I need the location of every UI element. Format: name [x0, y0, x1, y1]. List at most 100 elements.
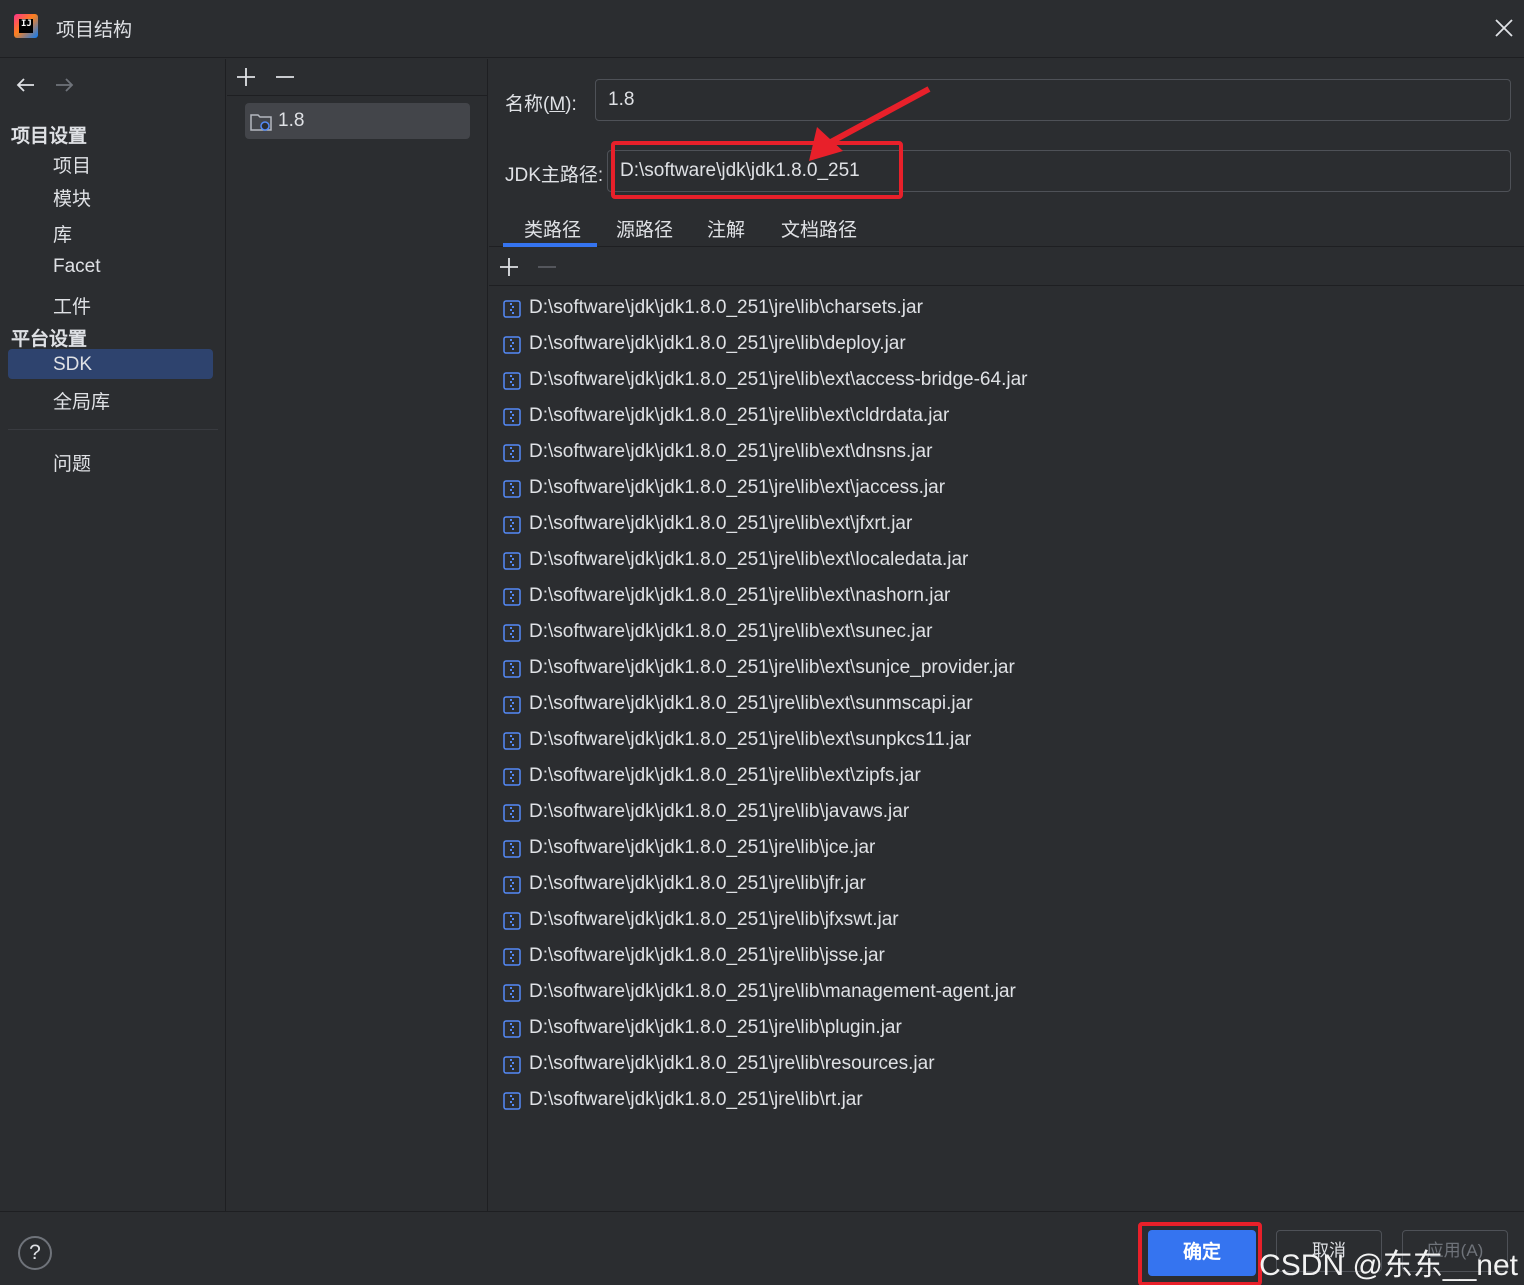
jar-archive-icon — [503, 1056, 521, 1074]
classpath-row[interactable]: D:\software\jdk\jdk1.8.0_251\jre\lib\ext… — [501, 655, 1501, 687]
nav-item-facets[interactable]: Facet — [53, 256, 101, 278]
classpath-path: D:\software\jdk\jdk1.8.0_251\jre\lib\jce… — [529, 837, 876, 858]
nav-item-selected-highlight — [8, 349, 213, 379]
name-input[interactable] — [595, 79, 1511, 121]
classpath-path: D:\software\jdk\jdk1.8.0_251\jre\lib\ext… — [529, 477, 946, 498]
classpath-row[interactable]: D:\software\jdk\jdk1.8.0_251\jre\lib\cha… — [501, 295, 1501, 327]
classpath-path: D:\software\jdk\jdk1.8.0_251\jre\lib\jfx… — [529, 909, 899, 930]
classpath-row[interactable]: D:\software\jdk\jdk1.8.0_251\jre\lib\jfx… — [501, 907, 1501, 939]
classpath-path: D:\software\jdk\jdk1.8.0_251\jre\lib\plu… — [529, 1017, 902, 1038]
classpath-path: D:\software\jdk\jdk1.8.0_251\jre\lib\ext… — [529, 513, 913, 534]
classpath-row[interactable]: D:\software\jdk\jdk1.8.0_251\jre\lib\ext… — [501, 691, 1501, 723]
title-bar: IJ 项目结构 — [0, 0, 1524, 58]
minus-icon[interactable] — [536, 256, 558, 278]
jar-archive-icon — [503, 984, 521, 1002]
jar-archive-icon — [503, 732, 521, 750]
sdk-list-panel: 1.8 — [227, 59, 488, 1211]
nav-item-project[interactable]: 项目 — [53, 151, 91, 178]
classpath-path: D:\software\jdk\jdk1.8.0_251\jre\lib\ext… — [529, 441, 933, 462]
jar-archive-icon — [503, 804, 521, 822]
classpath-path: D:\software\jdk\jdk1.8.0_251\jre\lib\ext… — [529, 549, 969, 570]
minus-icon[interactable] — [274, 66, 296, 88]
project-settings-header: 项目设置 — [11, 126, 88, 147]
platform-settings-header: 平台设置 — [11, 329, 88, 350]
classpath-row[interactable]: D:\software\jdk\jdk1.8.0_251\jre\lib\jav… — [501, 799, 1501, 831]
ok-button[interactable]: 确定 — [1148, 1230, 1256, 1276]
jar-archive-icon — [503, 912, 521, 930]
classpath-path: D:\software\jdk\jdk1.8.0_251\jre\lib\ext… — [529, 369, 1028, 390]
jar-archive-icon — [503, 768, 521, 786]
classpath-row[interactable]: D:\software\jdk\jdk1.8.0_251\jre\lib\res… — [501, 1051, 1501, 1083]
nav-item-libraries[interactable]: 库 — [53, 220, 72, 247]
classpath-row[interactable]: D:\software\jdk\jdk1.8.0_251\jre\lib\ext… — [501, 475, 1501, 507]
jar-archive-icon — [503, 624, 521, 642]
classpath-path: D:\software\jdk\jdk1.8.0_251\jre\lib\ext… — [529, 657, 1015, 678]
classpath-path: D:\software\jdk\jdk1.8.0_251\jre\lib\ext… — [529, 405, 950, 426]
intellij-logo-icon: IJ — [14, 14, 38, 38]
classpath-row[interactable]: D:\software\jdk\jdk1.8.0_251\jre\lib\jfr… — [501, 871, 1501, 903]
tab-classpath[interactable]: 类路径 — [524, 215, 581, 242]
cancel-button[interactable]: 取消 — [1276, 1230, 1382, 1272]
nav-item-global-libraries[interactable]: 全局库 — [53, 387, 110, 414]
jar-archive-icon — [503, 696, 521, 714]
apply-button[interactable]: 应用(A) — [1402, 1230, 1508, 1272]
classpath-path: D:\software\jdk\jdk1.8.0_251\jre\lib\ext… — [529, 729, 972, 750]
classpath-toolbar — [489, 248, 1524, 286]
classpath-row[interactable]: D:\software\jdk\jdk1.8.0_251\jre\lib\ext… — [501, 367, 1501, 399]
name-label-prefix: 名称( — [505, 94, 550, 115]
classpath-path: D:\software\jdk\jdk1.8.0_251\jre\lib\ext… — [529, 765, 921, 786]
nav-divider — [8, 429, 218, 430]
close-icon[interactable] — [1492, 16, 1516, 40]
name-label: 名称(M): — [505, 89, 577, 116]
classpath-row[interactable]: D:\software\jdk\jdk1.8.0_251\jre\lib\dep… — [501, 331, 1501, 363]
jar-archive-icon — [503, 300, 521, 318]
jar-archive-icon — [503, 1020, 521, 1038]
classpath-row[interactable]: D:\software\jdk\jdk1.8.0_251\jre\lib\ext… — [501, 439, 1501, 471]
jar-archive-icon — [503, 444, 521, 462]
arrow-right-icon[interactable] — [52, 73, 76, 97]
logo-text: IJ — [21, 19, 32, 29]
jar-archive-icon — [503, 876, 521, 894]
tab-annotations[interactable]: 注解 — [707, 215, 745, 242]
classpath-path: D:\software\jdk\jdk1.8.0_251\jre\lib\rt.… — [529, 1089, 863, 1110]
nav-item-sdk[interactable]: SDK — [53, 354, 92, 376]
classpath-row[interactable]: D:\software\jdk\jdk1.8.0_251\jre\lib\rt.… — [501, 1087, 1501, 1119]
arrow-left-icon[interactable] — [14, 73, 38, 97]
name-label-suffix: ): — [565, 94, 577, 115]
classpath-row[interactable]: D:\software\jdk\jdk1.8.0_251\jre\lib\ext… — [501, 547, 1501, 579]
jar-archive-icon — [503, 552, 521, 570]
settings-nav: 项目设置 项目 模块 库 Facet 工件 平台设置 SDK 全局库 问题 — [0, 59, 226, 1211]
sdk-detail-panel: 名称(M): JDK主路径: 类路径 源路径 注解 文档路径 D:\softwa… — [489, 59, 1524, 1211]
classpath-row[interactable]: D:\software\jdk\jdk1.8.0_251\jre\lib\jss… — [501, 943, 1501, 975]
classpath-tabs: 类路径 源路径 注解 文档路径 — [489, 205, 1524, 247]
help-button[interactable]: ? — [18, 1236, 52, 1270]
sdk-list-item[interactable]: 1.8 — [245, 103, 470, 139]
plus-icon[interactable] — [235, 66, 257, 88]
plus-icon[interactable] — [498, 256, 520, 278]
jar-archive-icon — [503, 516, 521, 534]
classpath-row[interactable]: D:\software\jdk\jdk1.8.0_251\jre\lib\plu… — [501, 1015, 1501, 1047]
classpath-path: D:\software\jdk\jdk1.8.0_251\jre\lib\ext… — [529, 621, 933, 642]
sdk-folder-icon — [250, 114, 272, 131]
classpath-path: D:\software\jdk\jdk1.8.0_251\jre\lib\dep… — [529, 333, 906, 354]
classpath-row[interactable]: D:\software\jdk\jdk1.8.0_251\jre\lib\ext… — [501, 403, 1501, 435]
tab-sourcepath[interactable]: 源路径 — [616, 215, 673, 242]
classpath-row[interactable]: D:\software\jdk\jdk1.8.0_251\jre\lib\jce… — [501, 835, 1501, 867]
classpath-path: D:\software\jdk\jdk1.8.0_251\jre\lib\man… — [529, 981, 1016, 1002]
classpath-row[interactable]: D:\software\jdk\jdk1.8.0_251\jre\lib\ext… — [501, 763, 1501, 795]
jdk-home-input[interactable] — [607, 150, 1511, 192]
classpath-row[interactable]: D:\software\jdk\jdk1.8.0_251\jre\lib\ext… — [501, 727, 1501, 759]
nav-item-artifacts[interactable]: 工件 — [53, 292, 91, 319]
jdk-home-label: JDK主路径: — [505, 165, 604, 186]
sdk-list-toolbar — [227, 59, 488, 96]
classpath-path: D:\software\jdk\jdk1.8.0_251\jre\lib\jav… — [529, 801, 910, 822]
classpath-row[interactable]: D:\software\jdk\jdk1.8.0_251\jre\lib\ext… — [501, 619, 1501, 651]
tab-docpath[interactable]: 文档路径 — [781, 215, 857, 242]
classpath-row[interactable]: D:\software\jdk\jdk1.8.0_251\jre\lib\ext… — [501, 583, 1501, 615]
nav-item-modules[interactable]: 模块 — [53, 184, 91, 211]
classpath-row[interactable]: D:\software\jdk\jdk1.8.0_251\jre\lib\ext… — [501, 511, 1501, 543]
classpath-row[interactable]: D:\software\jdk\jdk1.8.0_251\jre\lib\man… — [501, 979, 1501, 1011]
nav-item-problems[interactable]: 问题 — [53, 449, 91, 476]
classpath-path: D:\software\jdk\jdk1.8.0_251\jre\lib\jss… — [529, 945, 885, 966]
jar-archive-icon — [503, 588, 521, 606]
